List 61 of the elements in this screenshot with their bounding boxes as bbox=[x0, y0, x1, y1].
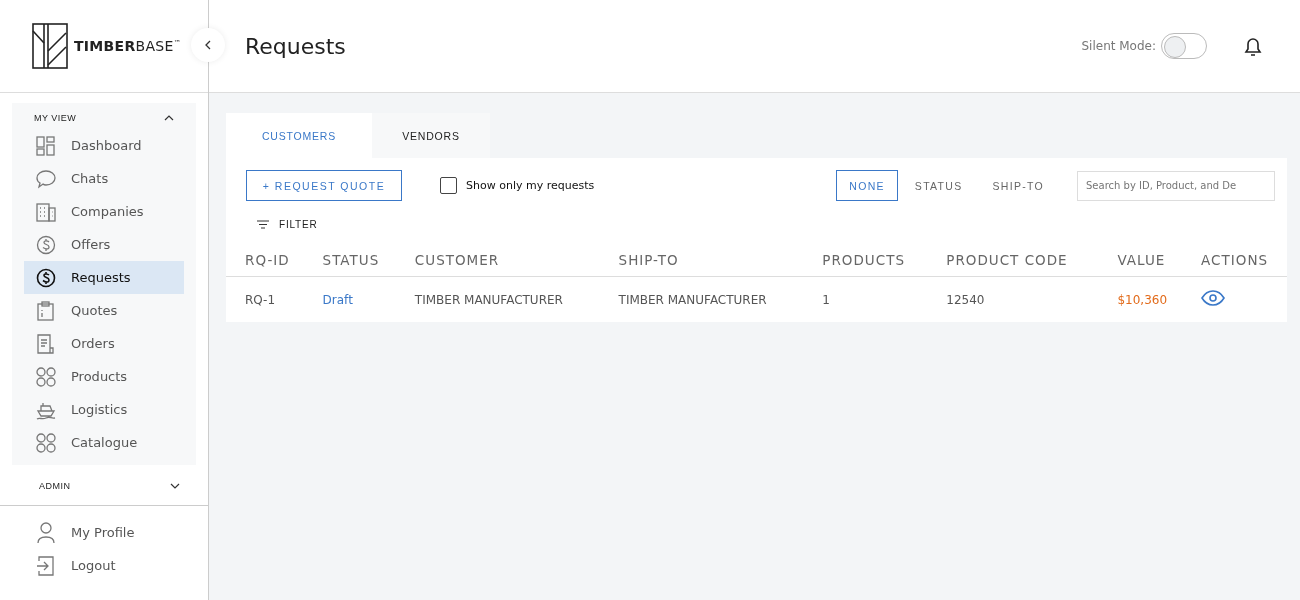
eye-icon[interactable] bbox=[1201, 290, 1226, 306]
nav-item[interactable]: Logout bbox=[24, 549, 196, 582]
nav-item[interactable]: Quotes bbox=[24, 294, 184, 327]
column-header: STATUS bbox=[303, 244, 396, 277]
checkbox[interactable] bbox=[440, 177, 457, 194]
nav-item[interactable]: Logistics bbox=[24, 393, 184, 426]
checkbox-label: Show only my requests bbox=[466, 179, 595, 192]
dollar-icon bbox=[36, 234, 56, 255]
brand-name: TIMBERBASE$^{™}$ bbox=[74, 38, 181, 54]
group-by-option[interactable]: SHIP-TO bbox=[979, 170, 1057, 201]
building-icon bbox=[36, 201, 56, 222]
nav-item[interactable]: Catalogue bbox=[24, 426, 184, 459]
filter-icon bbox=[257, 220, 269, 229]
chevron-up-icon bbox=[164, 115, 174, 121]
column-header: VALUE bbox=[1098, 244, 1183, 277]
request-quote-button[interactable]: + REQUEST QUOTE bbox=[246, 170, 402, 201]
group-by-option[interactable]: NONE bbox=[836, 170, 898, 201]
tab[interactable]: CUSTOMERS bbox=[226, 113, 372, 158]
dollar-icon bbox=[36, 267, 56, 288]
page-title: Requests bbox=[245, 33, 347, 59]
table-cell: 1 bbox=[803, 276, 928, 322]
clipboard-icon bbox=[36, 300, 56, 321]
logo-icon bbox=[32, 23, 68, 69]
table-cell: $10,360 bbox=[1098, 276, 1183, 322]
nav-item[interactable]: Orders bbox=[24, 327, 184, 360]
column-header: RQ-ID bbox=[226, 244, 304, 277]
tab[interactable]: VENDORS bbox=[372, 113, 490, 158]
logout-icon bbox=[36, 554, 56, 577]
nav-item[interactable]: Requests bbox=[24, 261, 184, 294]
status-link[interactable]: Draft bbox=[303, 276, 396, 322]
column-header: SHIP-TO bbox=[599, 244, 804, 277]
table-cell: 12540 bbox=[927, 276, 1099, 322]
nav-item[interactable]: Companies bbox=[24, 195, 184, 228]
bell-icon[interactable] bbox=[1242, 35, 1264, 57]
document-icon bbox=[36, 333, 56, 354]
chevron-down-icon bbox=[170, 483, 180, 489]
column-header: PRODUCTS bbox=[803, 244, 928, 277]
column-header: ACTIONS bbox=[1182, 244, 1287, 277]
nav-item[interactable]: Dashboard bbox=[24, 129, 184, 162]
silent-mode-toggle[interactable] bbox=[1161, 33, 1207, 59]
table-cell: TIMBER MANUFACTURER bbox=[599, 276, 804, 322]
filter-button[interactable]: FILTER bbox=[257, 215, 318, 234]
silent-mode-label: Silent Mode: bbox=[1081, 39, 1156, 53]
table-cell: TIMBER MANUFACTURER bbox=[395, 276, 600, 322]
dashboard-icon bbox=[36, 135, 56, 156]
nav-item[interactable]: My Profile bbox=[24, 516, 196, 549]
nav-item[interactable]: Chats bbox=[24, 162, 184, 195]
column-header: PRODUCT CODE bbox=[927, 244, 1099, 277]
person-icon bbox=[36, 521, 56, 544]
section-toggle[interactable]: ADMIN bbox=[39, 471, 208, 505]
circles-icon bbox=[36, 432, 56, 453]
circles-icon bbox=[36, 366, 56, 387]
table-cell: RQ-1 bbox=[226, 276, 304, 322]
nav-item[interactable]: Products bbox=[24, 360, 184, 393]
chevron-left-icon bbox=[204, 40, 212, 50]
search-field[interactable]: Search by ID, Product, and De bbox=[1077, 170, 1275, 201]
column-header: CUSTOMER bbox=[395, 244, 600, 277]
nav-item[interactable]: Offers bbox=[24, 228, 184, 261]
group-by-option[interactable]: STATUS bbox=[901, 170, 976, 201]
section-toggle[interactable]: MY VIEW bbox=[34, 107, 196, 129]
chat-icon bbox=[36, 168, 56, 189]
